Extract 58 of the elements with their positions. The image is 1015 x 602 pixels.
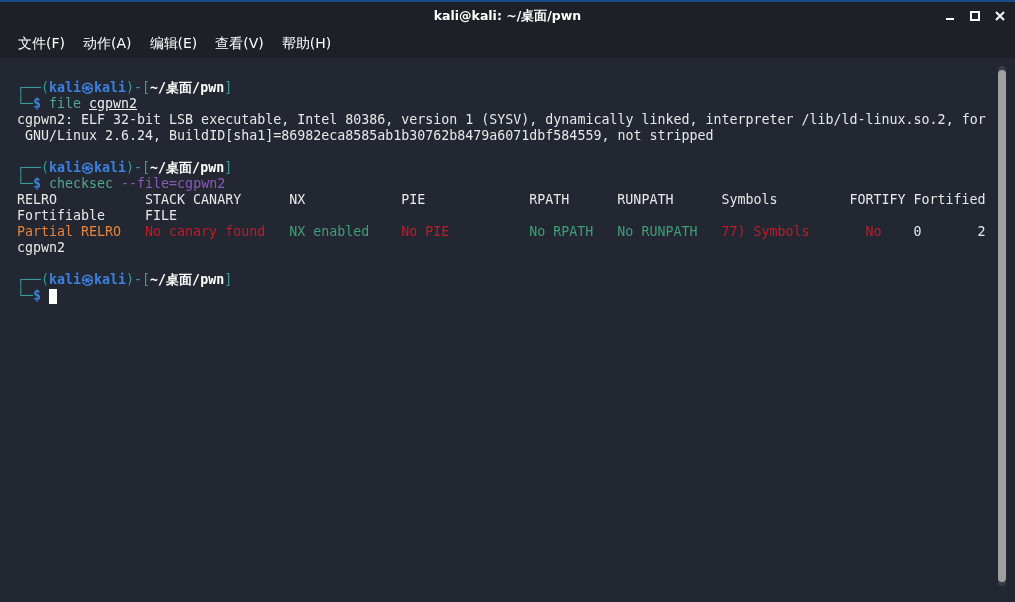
prompt-frame: ] [224, 80, 233, 95]
prompt-sigil: $ [33, 288, 42, 303]
table-header: FORTIFY [849, 192, 906, 207]
table-value: 2 [977, 224, 986, 239]
prompt-path: ~/桌面/pwn [150, 272, 225, 287]
table-value: cgpwn2 [17, 240, 66, 255]
table-value: NX enabled [289, 224, 370, 239]
prompt-path: ~/桌面/pwn [150, 80, 225, 95]
window-title: kali@kali: ~/桌面/pwn [433, 7, 582, 25]
command-argument: cgpwn2 [89, 96, 138, 111]
table-value: 77) Symbols [721, 224, 810, 239]
table-header: Fortifiable [17, 208, 106, 223]
table-value: 0 [913, 224, 922, 239]
maximize-icon[interactable] [970, 11, 980, 21]
prompt-corner: └─ [17, 96, 33, 111]
table-value: No [865, 224, 882, 239]
prompt-sigil: $ [33, 176, 42, 191]
prompt-corner: └─ [17, 288, 33, 303]
prompt-frame: )-[ [126, 160, 151, 175]
prompt-frame: )-[ [126, 272, 151, 287]
menu-item[interactable]: 查看(V) [215, 35, 264, 53]
menu-item[interactable]: 帮助(H) [281, 35, 332, 53]
table-header: RELRO [17, 192, 58, 207]
table-value: No canary found [145, 224, 266, 239]
prompt-path: ~/桌面/pwn [150, 160, 225, 175]
prompt-frame: ┌──( [17, 272, 50, 287]
command: checksec [49, 176, 114, 191]
prompt-user: kali㉿kali [49, 80, 127, 95]
command-argument: --file=cgpwn2 [121, 176, 226, 191]
prompt-user: kali㉿kali [49, 160, 127, 175]
prompt-frame: ] [224, 160, 233, 175]
table-header: PIE [401, 192, 426, 207]
prompt-frame: ┌──( [17, 80, 50, 95]
prompt-sigil: $ [33, 96, 42, 111]
output-line: GNU/Linux 2.6.24, BuildID[sha1]=86982eca8585ab1b30762b8479a6071dbf584559, not stripped [24, 128, 714, 143]
table-value: Partial RELRO [17, 224, 122, 239]
table-header: Symbols [721, 192, 778, 207]
table-header: STACK CANARY [145, 192, 242, 207]
table-header: RPATH [529, 192, 570, 207]
close-icon[interactable] [995, 11, 1005, 21]
table-value: No PIE [401, 224, 450, 239]
prompt-frame: )-[ [126, 80, 151, 95]
table-header: RUNPATH [617, 192, 674, 207]
scrollbar[interactable] [998, 66, 1006, 586]
prompt-user: kali㉿kali [49, 272, 127, 287]
prompt-corner: └─ [17, 176, 33, 191]
table-header: Fortified [913, 192, 986, 207]
menu-item[interactable]: 动作(A) [83, 35, 132, 53]
prompt-frame: ┌──( [17, 160, 50, 175]
menu-item[interactable]: 文件(F) [18, 35, 65, 53]
menu-item[interactable]: 编辑(E) [149, 35, 198, 53]
table-header: FILE [145, 208, 178, 223]
output-line: cgpwn2: ELF 32-bit LSB executable, Intel 80386, version 1 (SYSV), dynamically linked, interpreter /lib/ld-linux.so.2, for [17, 112, 986, 127]
prompt-frame: ] [224, 272, 233, 287]
command: file [49, 96, 82, 111]
table-value: No RPATH [529, 224, 594, 239]
table-value: No RUNPATH [617, 224, 698, 239]
table-header: NX [289, 192, 306, 207]
